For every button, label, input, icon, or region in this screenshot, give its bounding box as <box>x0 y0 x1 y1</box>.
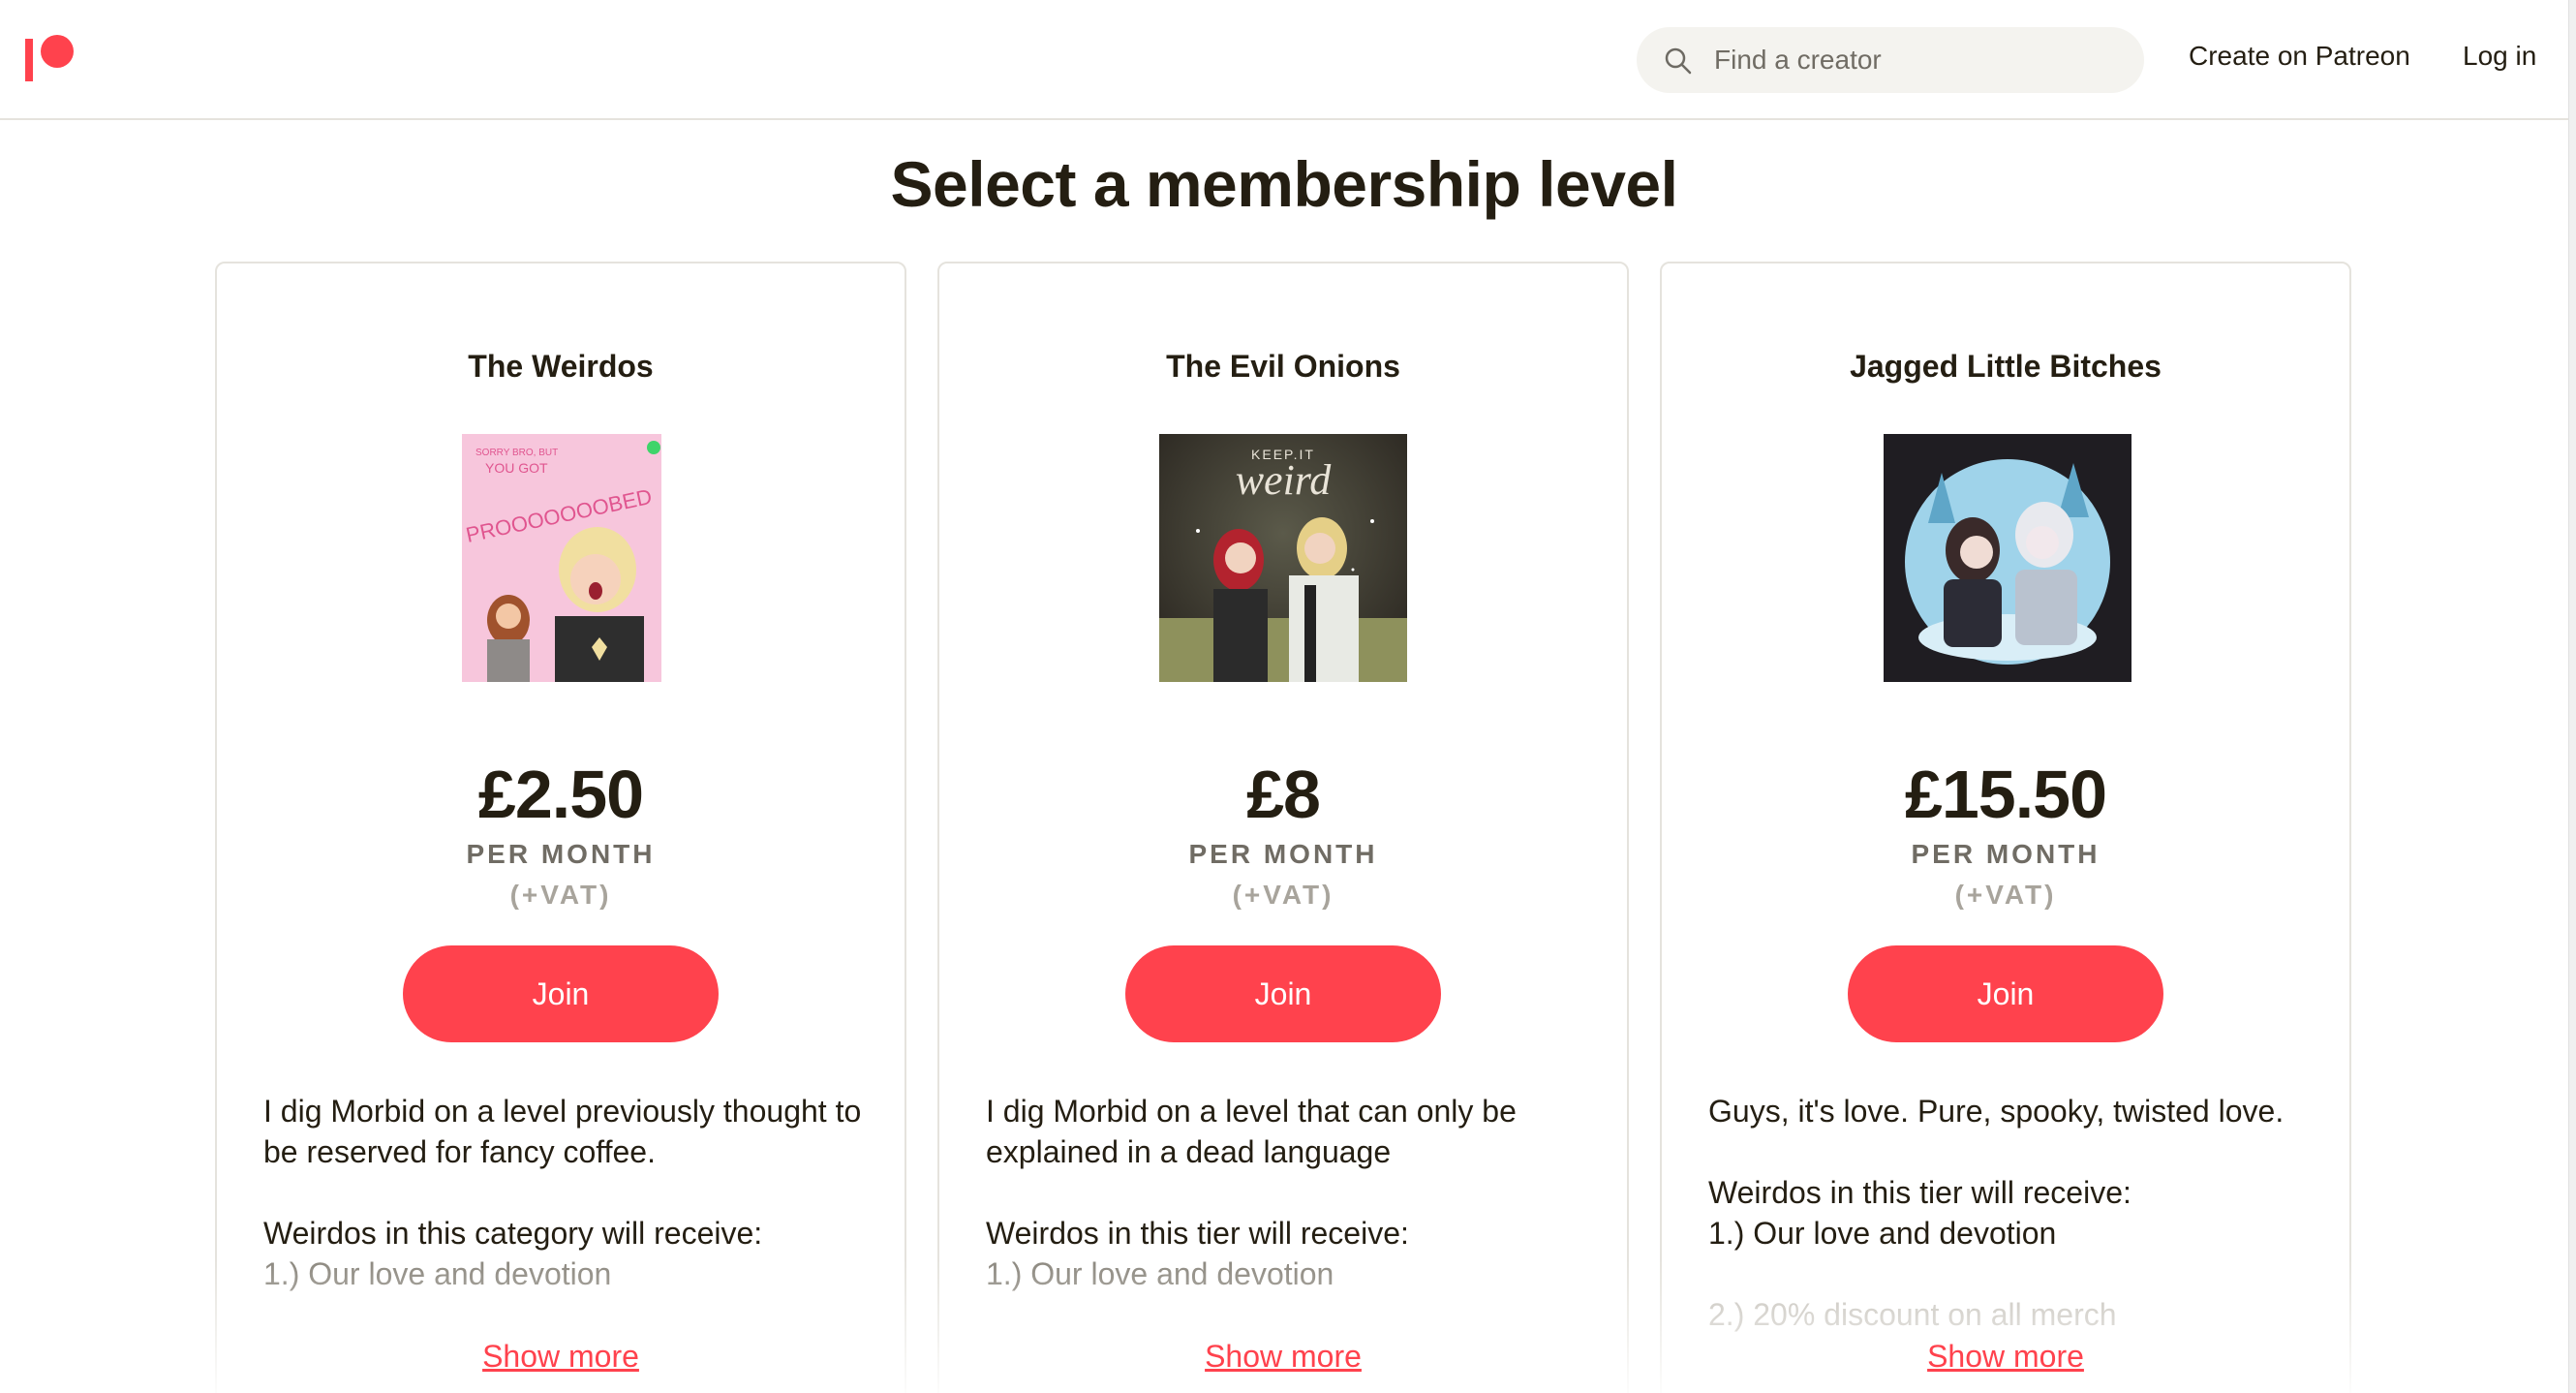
show-more-link[interactable]: Show more <box>215 1339 906 1375</box>
tier-card-jagged-little-bitches: Jagged Little Bitches £15.50 PER MONTH (… <box>1660 262 2351 1393</box>
tier-vat-note: (+VAT) <box>1954 880 2057 910</box>
patreon-logo[interactable] <box>25 35 76 81</box>
image-text-line: YOU GOT <box>485 460 548 476</box>
description-line: Weirdos in this tier will receive: <box>986 1216 1409 1251</box>
search-box[interactable] <box>1637 27 2144 93</box>
image-text-line: weird <box>1236 456 1333 504</box>
description-line: Weirdos in this tier will receive: <box>1708 1175 2131 1210</box>
search-icon <box>1665 47 1692 75</box>
logo-bar <box>25 39 33 81</box>
tier-price: £2.50 <box>477 757 644 832</box>
tier-period: PER MONTH <box>1188 839 1378 869</box>
description-line: I dig Morbid on a level that can only be… <box>986 1094 1517 1169</box>
tier-image-evil-onions: KEEP.IT weird <box>1159 434 1407 682</box>
tier-image-jagged-little-bitches <box>1884 434 2131 682</box>
scrollbar[interactable] <box>2568 0 2576 1393</box>
logo-circle <box>41 35 74 68</box>
tier-vat-note: (+VAT) <box>1232 880 1334 910</box>
create-on-patreon-link[interactable]: Create on Patreon <box>2189 41 2410 72</box>
tier-description: I dig Morbid on a level that can only be… <box>986 1091 1596 1294</box>
tier-image-weirdos: SORRY BRO, BUT YOU GOT PROOOOOOOBED <box>462 434 661 682</box>
page-title: Select a membership level <box>890 148 1678 220</box>
description-line: 2.) 20% discount on all merch <box>1708 1297 2117 1332</box>
tier-description: I dig Morbid on a level previously thoug… <box>263 1091 874 1294</box>
search-input[interactable] <box>1714 27 2121 93</box>
tier-price: £8 <box>1246 757 1321 832</box>
description-line: I dig Morbid on a level previously thoug… <box>263 1094 862 1169</box>
join-button[interactable]: Join <box>1848 945 2163 1042</box>
tier-card-evil-onions: The Evil Onions KEEP.IT weird £8 PER MON… <box>937 262 1629 1393</box>
tier-name: The Weirdos <box>468 349 654 384</box>
description-line: Guys, it's love. Pure, spooky, twisted l… <box>1708 1094 2285 1129</box>
tier-card-weirdos: The Weirdos SORRY BRO, BUT YOU GOT PROOO… <box>215 262 906 1393</box>
tier-name: Jagged Little Bitches <box>1850 349 2162 384</box>
description-line: 1.) Our love and devotion <box>986 1256 1334 1291</box>
tier-name: The Evil Onions <box>1166 349 1400 384</box>
description-line: Weirdos in this category will receive: <box>263 1216 763 1251</box>
page: Create on Patreon Log in Select a member… <box>0 0 2576 1393</box>
tier-period: PER MONTH <box>1911 839 2101 869</box>
tier-price: £15.50 <box>1904 757 2107 832</box>
tier-vat-note: (+VAT) <box>509 880 612 910</box>
show-more-link[interactable]: Show more <box>1660 1339 2351 1375</box>
join-button[interactable]: Join <box>1125 945 1441 1042</box>
join-button[interactable]: Join <box>403 945 719 1042</box>
tier-description: Guys, it's love. Pure, spooky, twisted l… <box>1708 1091 2318 1335</box>
login-link[interactable]: Log in <box>2463 41 2536 72</box>
description-line: 1.) Our love and devotion <box>263 1256 612 1291</box>
top-nav: Create on Patreon Log in <box>0 0 2568 120</box>
description-line: 1.) Our love and devotion <box>1708 1216 2057 1251</box>
tier-period: PER MONTH <box>466 839 656 869</box>
show-more-link[interactable]: Show more <box>937 1339 1629 1375</box>
image-text-line: SORRY BRO, BUT <box>475 448 558 458</box>
